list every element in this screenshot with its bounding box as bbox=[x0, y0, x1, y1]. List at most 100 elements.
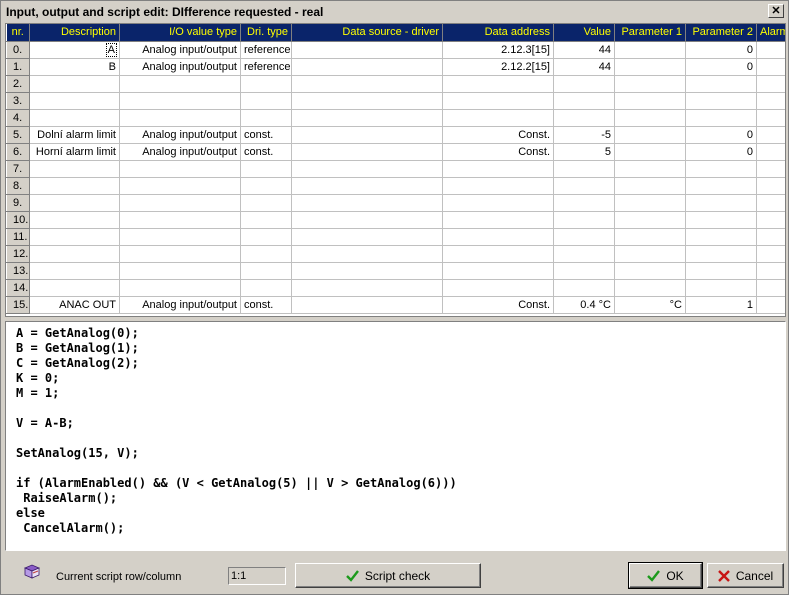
parameter-2-cell[interactable]: 0 bbox=[685, 41, 757, 59]
alarm-cell[interactable] bbox=[756, 92, 785, 110]
data-source-cell[interactable] bbox=[291, 160, 443, 178]
table-row[interactable]: 7. bbox=[6, 159, 785, 178]
description-cell[interactable]: Dolní alarm limit bbox=[29, 126, 120, 144]
alarm-cell[interactable] bbox=[756, 211, 785, 229]
data-address-cell[interactable] bbox=[442, 245, 554, 263]
driver-type-cell[interactable] bbox=[240, 92, 292, 110]
io-value-type-cell[interactable]: Analog input/output bbox=[119, 296, 241, 314]
parameter-2-cell[interactable] bbox=[685, 194, 757, 212]
parameter-1-cell[interactable] bbox=[614, 245, 686, 263]
alarm-cell[interactable] bbox=[756, 160, 785, 178]
column-header-data-address[interactable]: Data address bbox=[442, 24, 554, 42]
value-cell[interactable] bbox=[553, 211, 615, 229]
data-source-cell[interactable] bbox=[291, 211, 443, 229]
io-value-type-cell[interactable]: Analog input/output bbox=[119, 126, 241, 144]
io-value-type-cell[interactable] bbox=[119, 228, 241, 246]
parameter-2-cell[interactable] bbox=[685, 160, 757, 178]
data-source-cell[interactable] bbox=[291, 177, 443, 195]
alarm-cell[interactable] bbox=[756, 143, 785, 161]
data-source-cell[interactable] bbox=[291, 245, 443, 263]
io-value-type-cell[interactable]: Analog input/output bbox=[119, 143, 241, 161]
table-row[interactable]: 9. bbox=[6, 193, 785, 212]
value-cell[interactable] bbox=[553, 177, 615, 195]
description-cell[interactable] bbox=[29, 75, 120, 93]
script-check-button[interactable]: Script check bbox=[295, 563, 481, 588]
io-value-type-cell[interactable] bbox=[119, 75, 241, 93]
alarm-cell[interactable] bbox=[756, 177, 785, 195]
cancel-button[interactable]: Cancel bbox=[707, 563, 784, 588]
parameter-2-cell[interactable]: 0 bbox=[685, 58, 757, 76]
value-cell[interactable] bbox=[553, 228, 615, 246]
alarm-cell[interactable] bbox=[756, 109, 785, 127]
parameter-1-cell[interactable] bbox=[614, 126, 686, 144]
column-header-io-value-type[interactable]: I/O value type bbox=[119, 24, 241, 42]
alarm-cell[interactable] bbox=[756, 58, 785, 76]
parameter-2-cell[interactable] bbox=[685, 228, 757, 246]
alarm-cell[interactable] bbox=[756, 126, 785, 144]
data-address-cell[interactable]: Const. bbox=[442, 126, 554, 144]
driver-type-cell[interactable] bbox=[240, 245, 292, 263]
table-row[interactable]: 4. bbox=[6, 108, 785, 127]
description-cell[interactable]: A bbox=[29, 41, 120, 59]
table-row[interactable]: 13. bbox=[6, 261, 785, 280]
description-cell[interactable] bbox=[29, 92, 120, 110]
parameter-1-cell[interactable] bbox=[614, 92, 686, 110]
script-editor[interactable]: A = GetAnalog(0); B = GetAnalog(1); C = Ge… bbox=[5, 321, 786, 551]
description-cell[interactable] bbox=[29, 160, 120, 178]
data-source-cell[interactable] bbox=[291, 143, 443, 161]
table-row[interactable]: 15. ANAC OUT Analog input/output const. Cons… bbox=[6, 295, 785, 314]
column-header-value[interactable]: Value bbox=[553, 24, 615, 42]
io-value-type-cell[interactable] bbox=[119, 279, 241, 297]
data-source-cell[interactable] bbox=[291, 109, 443, 127]
driver-type-cell[interactable] bbox=[240, 279, 292, 297]
driver-type-cell[interactable] bbox=[240, 194, 292, 212]
driver-type-cell[interactable] bbox=[240, 177, 292, 195]
table-row[interactable]: 11. bbox=[6, 227, 785, 246]
data-address-cell[interactable] bbox=[442, 211, 554, 229]
column-header-description[interactable]: Description bbox=[29, 24, 120, 42]
table-row[interactable]: 8. bbox=[6, 176, 785, 195]
data-address-cell[interactable] bbox=[442, 279, 554, 297]
data-address-cell[interactable] bbox=[442, 228, 554, 246]
parameter-1-cell[interactable] bbox=[614, 75, 686, 93]
table-row[interactable]: 3. bbox=[6, 91, 785, 110]
parameter-2-cell[interactable] bbox=[685, 177, 757, 195]
parameter-2-cell[interactable] bbox=[685, 109, 757, 127]
data-source-cell[interactable] bbox=[291, 92, 443, 110]
description-cell[interactable] bbox=[29, 211, 120, 229]
parameter-2-cell[interactable] bbox=[685, 75, 757, 93]
parameter-1-cell[interactable] bbox=[614, 58, 686, 76]
parameter-1-cell[interactable] bbox=[614, 109, 686, 127]
alarm-cell[interactable] bbox=[756, 262, 785, 280]
parameter-1-cell[interactable] bbox=[614, 41, 686, 59]
description-cell[interactable]: ANAC OUT bbox=[29, 296, 120, 314]
ok-button[interactable]: OK bbox=[628, 562, 703, 589]
io-value-type-cell[interactable]: Analog input/output bbox=[119, 58, 241, 76]
driver-type-cell[interactable] bbox=[240, 160, 292, 178]
value-cell[interactable] bbox=[553, 109, 615, 127]
data-address-cell[interactable]: 2.12.3[15] bbox=[442, 41, 554, 59]
alarm-cell[interactable] bbox=[756, 194, 785, 212]
value-cell[interactable] bbox=[553, 262, 615, 280]
data-source-cell[interactable] bbox=[291, 41, 443, 59]
description-cell[interactable] bbox=[29, 228, 120, 246]
description-cell[interactable] bbox=[29, 177, 120, 195]
table-row[interactable]: 14. bbox=[6, 278, 785, 297]
parameter-1-cell[interactable] bbox=[614, 262, 686, 280]
data-address-cell[interactable]: Const. bbox=[442, 143, 554, 161]
description-cell[interactable] bbox=[29, 109, 120, 127]
data-address-cell[interactable] bbox=[442, 109, 554, 127]
data-address-cell[interactable]: 2.12.2[15] bbox=[442, 58, 554, 76]
parameter-1-cell[interactable] bbox=[614, 211, 686, 229]
parameter-2-cell[interactable] bbox=[685, 279, 757, 297]
description-cell[interactable] bbox=[29, 245, 120, 263]
data-address-cell[interactable] bbox=[442, 177, 554, 195]
value-cell[interactable]: 0.4 °C bbox=[553, 296, 615, 314]
description-cell[interactable]: Horní alarm limit bbox=[29, 143, 120, 161]
table-row[interactable]: 1. B Analog input/output reference 2.12.2[15… bbox=[6, 57, 785, 76]
driver-type-cell[interactable] bbox=[240, 75, 292, 93]
data-address-cell[interactable] bbox=[442, 194, 554, 212]
value-cell[interactable] bbox=[553, 194, 615, 212]
alarm-cell[interactable] bbox=[756, 228, 785, 246]
description-cell[interactable] bbox=[29, 279, 120, 297]
